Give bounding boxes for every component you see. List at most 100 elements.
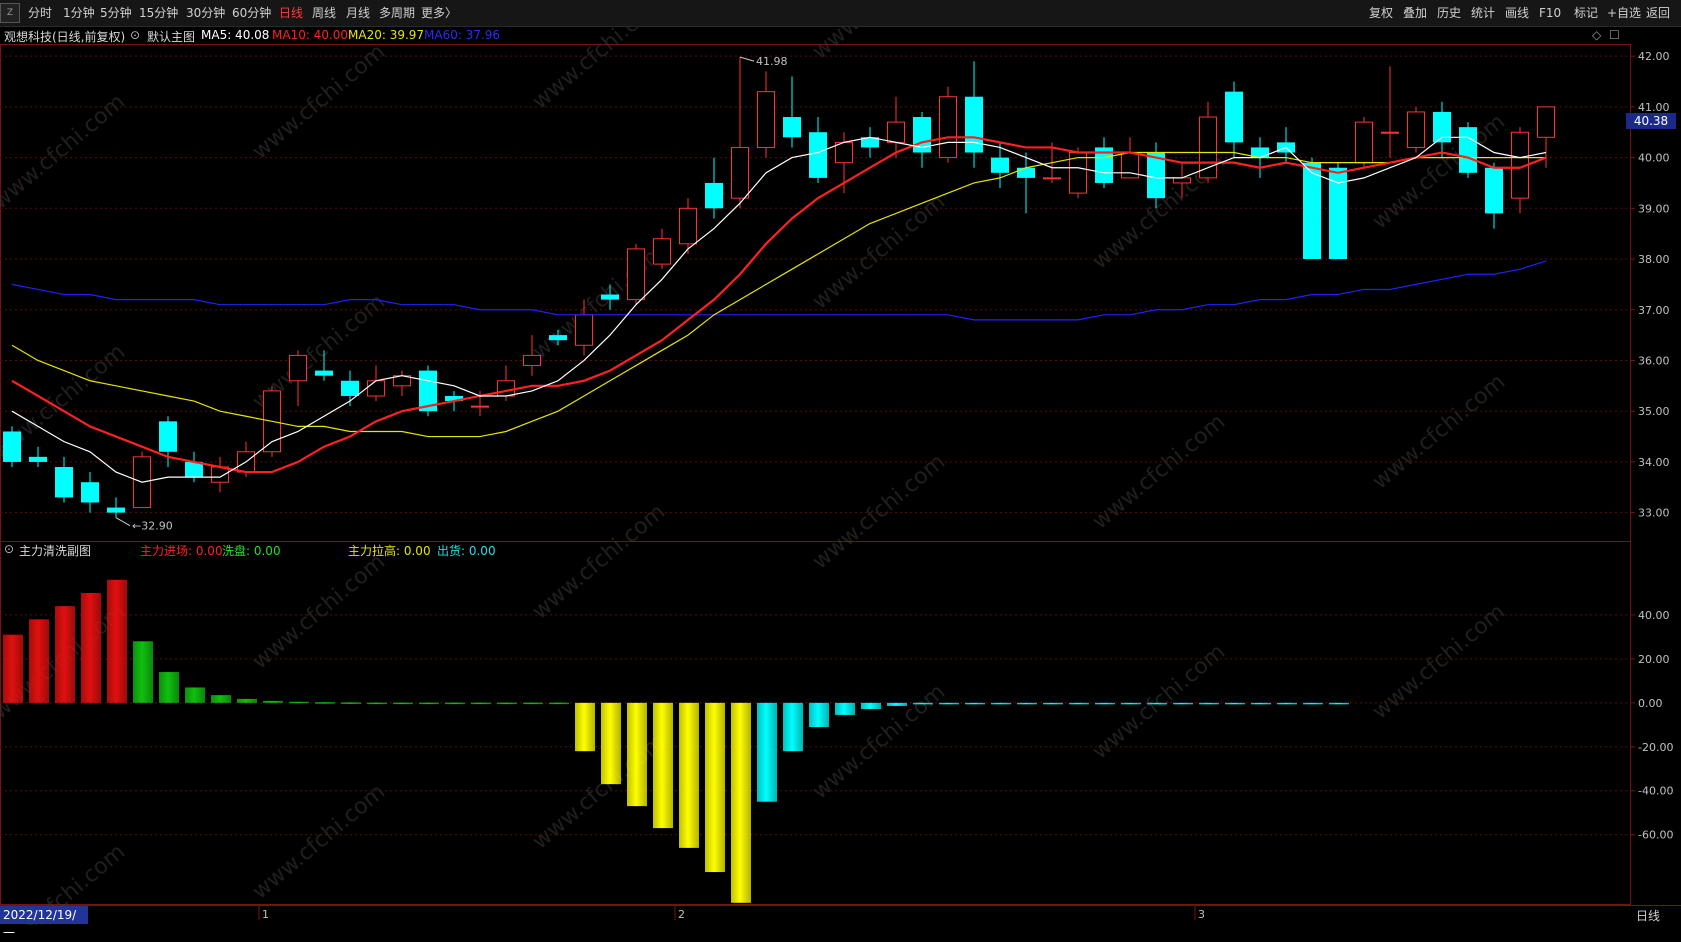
indicator-y-tick-label: -40.00 — [1638, 785, 1673, 798]
price-annotation-line — [115, 517, 131, 527]
candle-body-down — [783, 117, 801, 138]
indicator-y-tick-label: 0.00 — [1638, 697, 1663, 710]
indicator-bar-green — [185, 687, 205, 703]
period-tab-7[interactable]: 周线 — [312, 5, 336, 21]
candle-body-up — [1537, 106, 1555, 138]
indicator-name[interactable]: 主力清洗副图 — [19, 542, 91, 559]
toolbar-button-5[interactable]: F10 — [1539, 5, 1561, 21]
indicator-bar-cyan — [913, 702, 933, 705]
indicator-bar-cyan — [1251, 702, 1271, 705]
watermark-text: www.cfchi.com — [528, 499, 670, 624]
indicator-menu-icon[interactable]: ⊙ — [4, 542, 14, 556]
candle-body-up — [523, 354, 541, 367]
candle-body-up — [731, 146, 749, 199]
top-toolbar: Z 分时 1分钟 5分钟 15分钟 30分钟 60分钟 日线 周线 月线 多周期 更多〉 复权 叠加 历史… — [0, 0, 1681, 27]
toolbar-button-3[interactable]: 统计 — [1471, 5, 1495, 21]
candle-body-up — [939, 96, 957, 159]
period-tab-5[interactable]: 60分钟 — [232, 5, 271, 21]
candle-body-down — [1459, 127, 1477, 173]
ma10-value: MA10: 40.00 — [272, 28, 349, 42]
period-tab-0[interactable]: 分时 — [28, 5, 52, 21]
indicator-bar-cyan — [1121, 702, 1141, 705]
period-tab-4[interactable]: 30分钟 — [186, 5, 225, 21]
candle-body-down — [159, 421, 177, 452]
indicator-bar-cyan — [861, 702, 881, 709]
candle-body-down — [29, 456, 47, 462]
period-tab-1[interactable]: 1分钟 — [63, 5, 95, 21]
candle-body-down — [601, 294, 619, 300]
indicator-xp: 洗盘: 0.00 — [222, 544, 281, 558]
candle-body-up — [497, 380, 515, 397]
indicator-bar-cyan — [1303, 702, 1323, 705]
indicator-bar-green — [341, 702, 361, 704]
chevron-down-icon[interactable]: ⊙ — [130, 28, 140, 42]
app-logo: Z — [0, 3, 20, 23]
indicator-bar-yellow — [575, 702, 595, 752]
period-tab-8[interactable]: 月线 — [346, 5, 370, 21]
indicator-bar-yellow — [601, 702, 621, 785]
toolbar-button-4[interactable]: 画线 — [1505, 5, 1529, 21]
month-label: 1 — [262, 908, 269, 921]
candle-body-down — [1225, 91, 1243, 143]
template-selector[interactable]: 默认主图 — [147, 28, 195, 45]
indicator-bar-red — [3, 634, 23, 703]
indicator-header: ⊙ 主力清洗副图 主力进场: 0.00 洗盘: 0.00 主力拉高: 0.00 … — [0, 540, 1630, 558]
indicator-bar-green — [445, 702, 465, 705]
candle-body-up — [211, 466, 229, 483]
watermark-text: www.cfchi.com — [0, 89, 130, 214]
indicator-bar-green — [549, 702, 569, 705]
indicator-bar-green — [497, 702, 517, 705]
candle-body-up — [757, 91, 775, 148]
indicator-bar-green — [315, 702, 335, 704]
indicator-bar-green — [471, 702, 491, 705]
indicator-bar-cyan — [1329, 702, 1349, 705]
indicator-bar-cyan — [1225, 702, 1245, 705]
indicator-bar-red — [29, 619, 49, 703]
price-annotation-label: 41.98 — [756, 55, 788, 68]
toolbar-button-2[interactable]: 历史 — [1437, 5, 1461, 21]
indicator-bar-cyan — [835, 702, 855, 715]
indicator-bar-cyan — [939, 702, 959, 705]
indicator-bar-red — [81, 592, 101, 703]
y-tick-label: 42.00 — [1638, 50, 1670, 63]
indicator-bar-green — [211, 695, 231, 703]
toolbar-button-6[interactable]: 标记 — [1574, 5, 1598, 21]
candle-body-up — [367, 380, 385, 397]
indicator-bar-cyan — [783, 702, 803, 752]
candle-body-up — [1381, 131, 1399, 134]
indicator-bar-green — [159, 672, 179, 703]
y-tick-label: 37.00 — [1638, 304, 1670, 317]
candle-body-up — [653, 238, 671, 265]
toolbar-button-8[interactable]: 返回 — [1646, 5, 1670, 21]
ma60-line — [11, 260, 1547, 321]
y-tick-label: 39.00 — [1638, 202, 1670, 215]
y-tick-label: 38.00 — [1638, 253, 1670, 266]
period-tab-9[interactable]: 多周期 — [379, 5, 415, 21]
candle-body-up — [471, 405, 489, 408]
indicator-bar-red — [55, 606, 75, 703]
watermark-text: www.cfchi.com — [248, 39, 390, 164]
price-annotation-label: ←32.90 — [132, 520, 173, 533]
y-tick-label: 36.00 — [1638, 354, 1670, 367]
diamond-icon[interactable]: ◇ — [1592, 28, 1601, 42]
toolbar-button-1[interactable]: 叠加 — [1403, 5, 1427, 21]
indicator-bar-cyan — [965, 702, 985, 705]
toolbar-button-7[interactable]: +自选 — [1607, 5, 1641, 21]
candle-body-down — [107, 507, 125, 513]
indicator-bar-green — [133, 641, 153, 703]
indicator-bar-cyan — [1173, 702, 1193, 705]
indicator-y-tick-label: 40.00 — [1638, 609, 1670, 622]
indicator-bar-yellow — [627, 702, 647, 807]
indicator-bar-yellow — [731, 702, 751, 903]
period-tab-2[interactable]: 5分钟 — [100, 5, 132, 21]
period-tab-6[interactable]: 日线 — [279, 5, 303, 21]
main-chart-header: 观想科技(日线,前复权) ⊙ 默认主图 MA5: 40.08 MA10: 40.… — [0, 26, 1630, 44]
candle-body-down — [809, 132, 827, 178]
indicator-bar-green — [289, 701, 309, 704]
period-tab-3[interactable]: 15分钟 — [139, 5, 178, 21]
candle-body-up — [679, 207, 697, 245]
period-tab-10[interactable]: 更多〉 — [421, 5, 457, 21]
toolbar-button-0[interactable]: 复权 — [1369, 5, 1393, 21]
y-tick-label: 41.00 — [1638, 101, 1670, 114]
close-icon[interactable]: ☐ — [1609, 28, 1620, 42]
